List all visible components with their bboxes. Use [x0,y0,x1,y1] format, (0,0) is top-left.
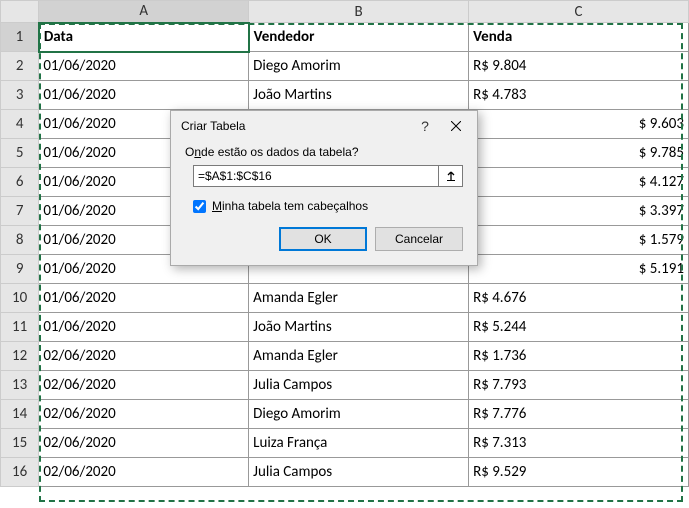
dialog-titlebar[interactable]: Criar Tabela ? [171,111,477,141]
row-header[interactable]: 8 [1,226,39,255]
has-headers-label[interactable]: Minha tabela tem cabeçalhos [212,199,368,213]
cell[interactable]: R$ 7.793 [469,371,689,400]
cell[interactable]: Data [39,23,249,52]
cell[interactable]: $ 3.397 [469,197,689,226]
row-header[interactable]: 4 [1,110,39,139]
cell[interactable]: $ 1.579 [469,226,689,255]
row-header[interactable]: 9 [1,255,39,284]
range-prompt-label: Onde estão os dados da tabela? [185,145,463,159]
cell[interactable]: 02/06/2020 [39,342,249,371]
cell[interactable]: $ 4.127 [469,168,689,197]
create-table-dialog: Criar Tabela ? Onde estão os dados da ta… [170,110,478,266]
column-header-a[interactable]: A [39,1,249,23]
row-header[interactable]: 3 [1,81,39,110]
cell[interactable]: $ 9.603 [469,110,689,139]
has-headers-checkbox[interactable] [193,200,206,213]
cell[interactable]: Venda [469,23,689,52]
cell[interactable]: Julia Campos [249,371,469,400]
cell[interactable]: 02/06/2020 [39,400,249,429]
cell[interactable]: R$ 7.776 [469,400,689,429]
cell[interactable]: João Martins [249,313,469,342]
range-input[interactable] [193,165,439,187]
close-button[interactable] [441,116,471,136]
cell[interactable]: Luiza França [249,429,469,458]
column-header-b[interactable]: B [249,1,469,23]
row-header[interactable]: 16 [1,458,39,487]
ok-button[interactable]: OK [279,227,367,251]
cell[interactable]: R$ 7.313 [469,429,689,458]
cell[interactable]: $ 5.191 [469,255,689,284]
select-all-corner[interactable] [1,1,39,23]
cell[interactable]: 02/06/2020 [39,429,249,458]
column-header-c[interactable]: C [469,1,689,23]
cell[interactable]: R$ 9.529 [469,458,689,487]
cell[interactable]: $ 9.785 [469,139,689,168]
row-header[interactable]: 14 [1,400,39,429]
cell[interactable]: R$ 1.736 [469,342,689,371]
cell[interactable]: Diego Amorim [249,400,469,429]
cell[interactable]: R$ 4.676 [469,284,689,313]
cell[interactable]: Amanda Egler [249,284,469,313]
help-button[interactable]: ? [415,116,435,136]
cancel-button[interactable]: Cancelar [375,227,463,251]
row-header[interactable]: 11 [1,313,39,342]
cell[interactable]: 01/06/2020 [39,284,249,313]
row-header[interactable]: 15 [1,429,39,458]
row-header[interactable]: 1 [1,23,39,52]
dialog-title: Criar Tabela [181,119,415,133]
cell[interactable]: Vendedor [249,23,469,52]
row-header[interactable]: 7 [1,197,39,226]
cell[interactable]: 01/06/2020 [39,313,249,342]
row-header[interactable]: 12 [1,342,39,371]
row-header[interactable]: 5 [1,139,39,168]
arrow-up-icon [446,171,456,181]
row-header[interactable]: 6 [1,168,39,197]
cell[interactable]: Diego Amorim [249,52,469,81]
cell[interactable]: 02/06/2020 [39,458,249,487]
cell[interactable]: 01/06/2020 [39,52,249,81]
cell[interactable]: R$ 4.783 [469,81,689,110]
cell[interactable]: Amanda Egler [249,342,469,371]
cell[interactable]: 02/06/2020 [39,371,249,400]
collapse-dialog-button[interactable] [439,165,463,187]
cell[interactable]: 01/06/2020 [39,81,249,110]
cell[interactable]: R$ 9.804 [469,52,689,81]
row-header[interactable]: 13 [1,371,39,400]
cell[interactable]: Julia Campos [249,458,469,487]
cell[interactable]: João Martins [249,81,469,110]
row-header[interactable]: 2 [1,52,39,81]
cell[interactable]: R$ 5.244 [469,313,689,342]
close-icon [451,121,461,131]
row-header[interactable]: 10 [1,284,39,313]
